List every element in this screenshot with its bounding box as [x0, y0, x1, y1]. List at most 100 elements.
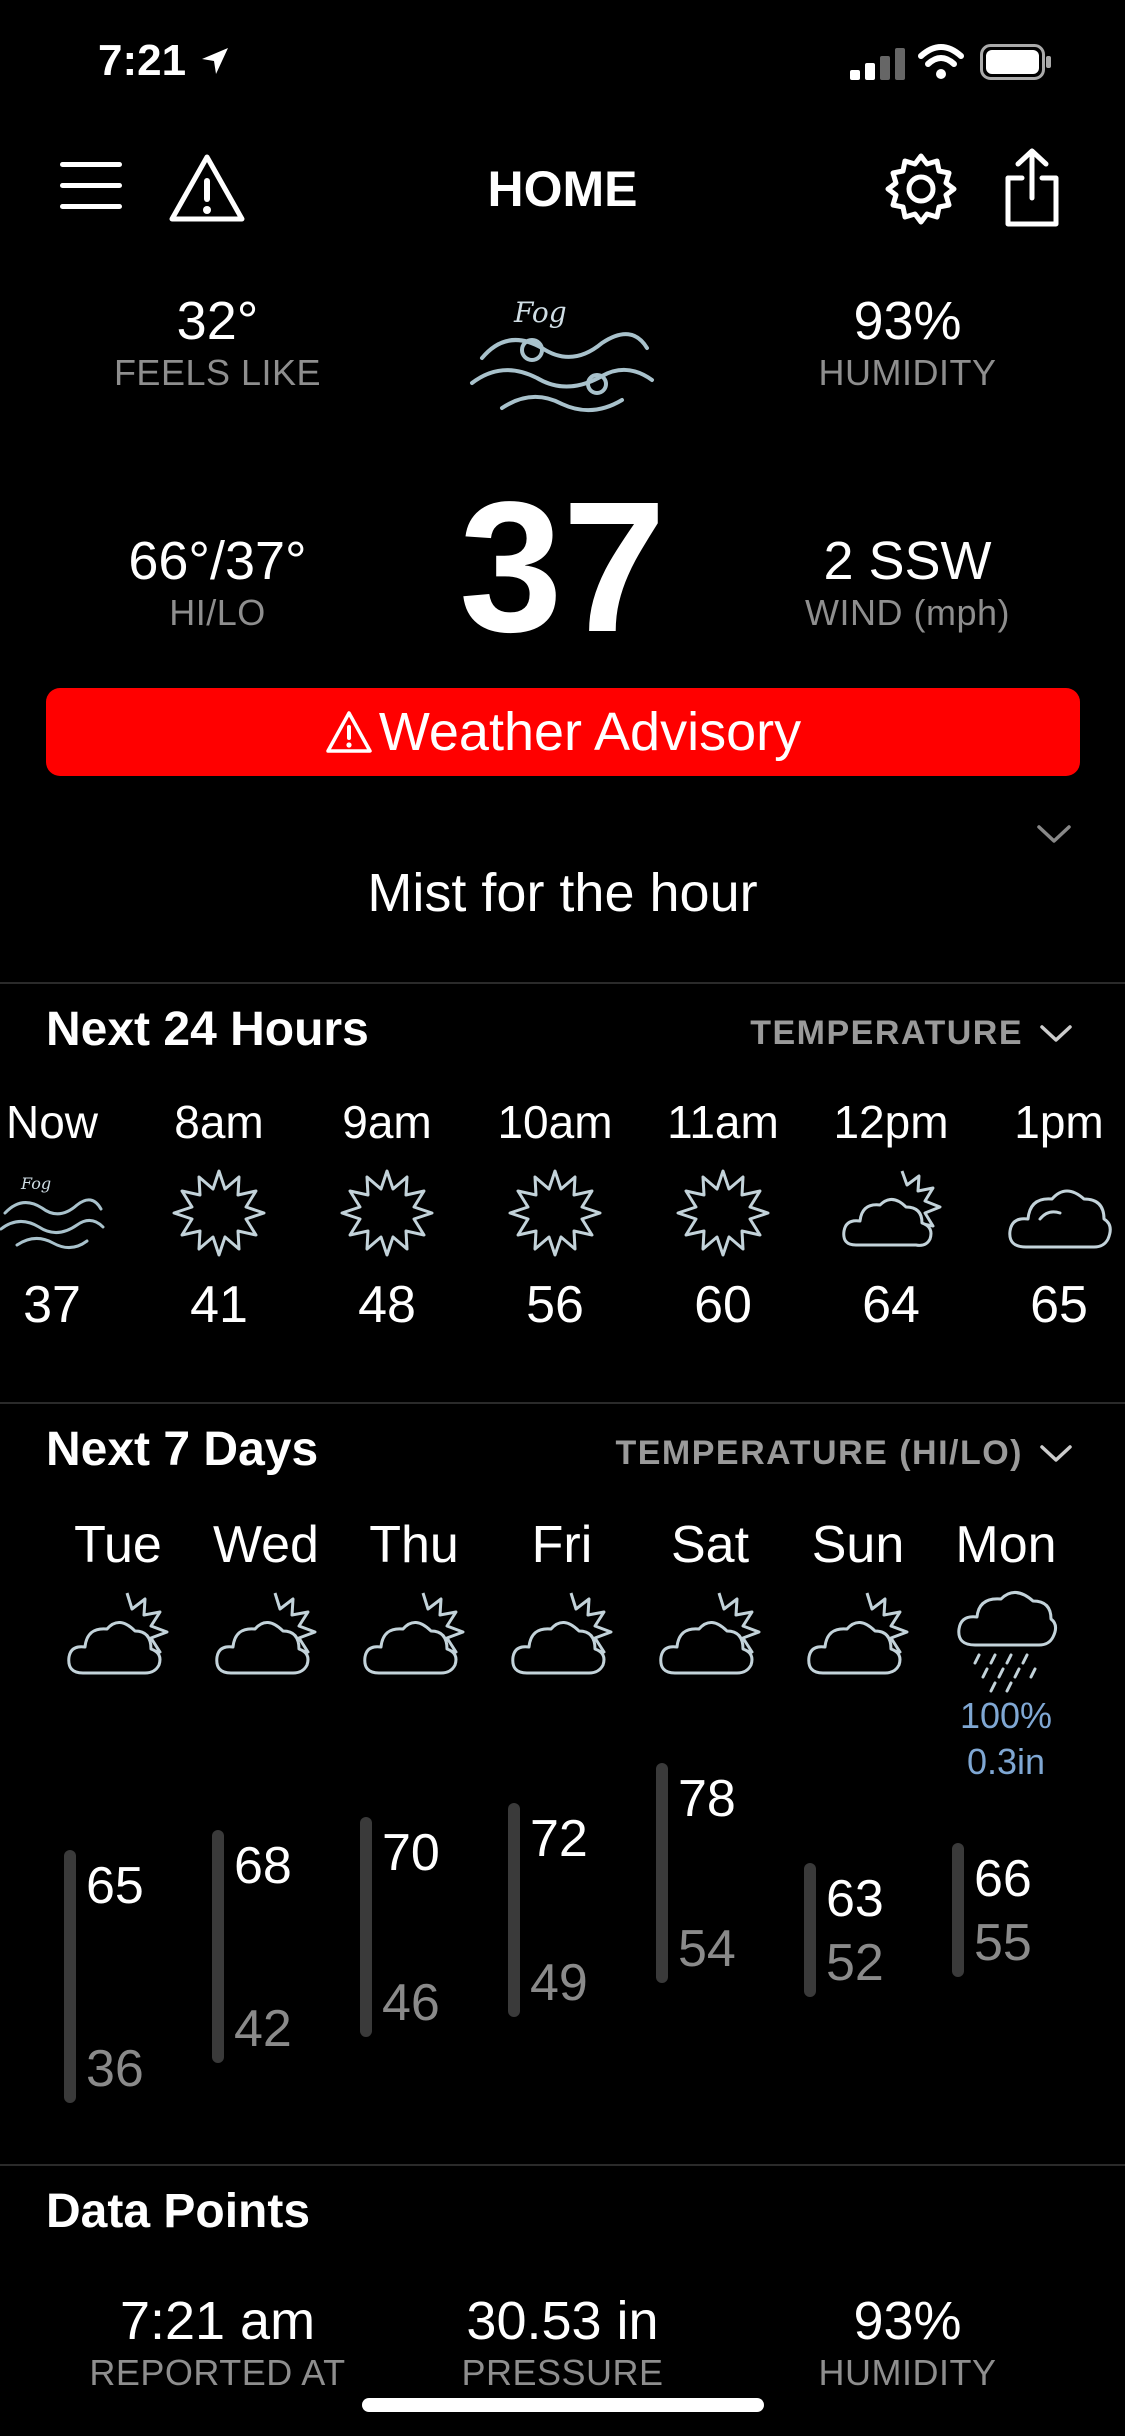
- battery-icon: [980, 44, 1051, 80]
- gear-icon: [885, 153, 957, 225]
- hour-column: Now Fog 37: [0, 1095, 136, 1335]
- chevron-down-icon[interactable]: [1036, 822, 1072, 846]
- partly-cloudy-icon: [211, 1583, 321, 1693]
- hour-column: 10am 56: [471, 1095, 639, 1335]
- warning-icon: [169, 154, 245, 222]
- day-name: Tue: [74, 1516, 162, 1574]
- day-column: Mon 100% 0.3in: [932, 1515, 1080, 1785]
- next-7-days-selector[interactable]: TEMPERATURE (HI/LO): [615, 1434, 1073, 1473]
- day-column: Fri: [488, 1515, 636, 1693]
- hour-temp: 37: [23, 1276, 81, 1334]
- hour-temp: 56: [526, 1276, 584, 1334]
- day-high-temp: 72: [530, 1810, 588, 1869]
- data-humidity: 93% HUMIDITY: [750, 2290, 1065, 2394]
- hi-lo: 66°/37° HI/LO: [60, 530, 375, 634]
- divider: [0, 1402, 1125, 1404]
- hour-temp: 64: [862, 1276, 920, 1334]
- humidity-label: HUMIDITY: [818, 352, 997, 393]
- hour-column: 12pm 64: [807, 1095, 975, 1335]
- day-column: Thu: [340, 1515, 488, 1693]
- hour-temp: 65: [1030, 1276, 1088, 1334]
- fog-icon: Fog: [462, 288, 662, 428]
- precip-chance: 100%: [959, 1695, 1053, 1736]
- feels-like-label: FEELS LIKE: [113, 352, 322, 393]
- feels-like-value: 32°: [176, 291, 259, 351]
- partly-cloudy-icon: [803, 1583, 913, 1693]
- selector-label: TEMPERATURE: [750, 1014, 1023, 1052]
- hour-time: 8am: [174, 1096, 264, 1148]
- day-name: Wed: [213, 1516, 319, 1574]
- divider: [0, 982, 1125, 984]
- chevron-down-icon: [1040, 1024, 1072, 1042]
- hour-column: 9am 48: [303, 1095, 471, 1335]
- data-humidity-label: HUMIDITY: [818, 2352, 997, 2393]
- hour-time: 9am: [342, 1096, 432, 1148]
- data-humidity-value: 93%: [853, 2291, 962, 2351]
- temperature-range-bar: [212, 1830, 224, 2064]
- hour-time: 10am: [497, 1096, 613, 1148]
- day-name: Sun: [811, 1516, 905, 1574]
- next-24-hours-selector[interactable]: TEMPERATURE: [750, 1014, 1073, 1053]
- day-high-temp: 66: [974, 1850, 1032, 1909]
- day-high-temp: 63: [826, 1870, 884, 1929]
- hour-temp: 60: [694, 1276, 752, 1334]
- partly-cloudy-icon: [63, 1583, 173, 1693]
- precip-amount: 0.3in: [966, 1741, 1046, 1782]
- hour-column: 8am 41: [135, 1095, 303, 1335]
- day-name: Thu: [369, 1516, 459, 1574]
- sun-icon: [332, 1163, 442, 1263]
- weather-advisory-button[interactable]: Weather Advisory: [46, 688, 1080, 776]
- day-name: Sat: [670, 1516, 750, 1574]
- pressure-value: 30.53 in: [466, 2291, 659, 2351]
- rain-icon: [951, 1583, 1061, 1693]
- day-high-temp: 70: [382, 1823, 440, 1882]
- wind-value: 2 SSW: [823, 531, 992, 591]
- pressure: 30.53 in PRESSURE: [405, 2290, 720, 2394]
- next-24-hours-title: Next 24 Hours: [46, 1003, 369, 1056]
- temperature-range-chart: 65 36 68 42 70 46 72 49 78 54 63 52 66 55: [0, 1763, 1125, 2120]
- day-low-temp: 46: [382, 1973, 440, 2032]
- reported-at-value: 7:21 am: [119, 2291, 316, 2351]
- day-name: Mon: [955, 1516, 1057, 1574]
- temperature-range-bar: [64, 1850, 76, 2104]
- divider: [0, 2164, 1125, 2166]
- temperature-range-bar: [804, 1863, 816, 1997]
- home-indicator[interactable]: [362, 2398, 764, 2412]
- reported-at: 7:21 am REPORTED AT: [60, 2290, 375, 2394]
- menu-button[interactable]: [58, 158, 128, 218]
- share-button[interactable]: [1000, 148, 1064, 228]
- temperature-range-bar: [360, 1816, 372, 2037]
- sun-icon: [668, 1163, 778, 1263]
- next-7-days-title: Next 7 Days: [46, 1423, 319, 1476]
- day-low-temp: 52: [826, 1933, 884, 1992]
- sun-icon: [500, 1163, 610, 1263]
- partly-cloudy-icon: [836, 1163, 946, 1263]
- svg-text:Fog: Fog: [20, 1174, 51, 1193]
- temperature-range-bar: [656, 1763, 668, 1984]
- temperature-range-bar: [508, 1803, 520, 2017]
- hour-time: 11am: [667, 1096, 779, 1148]
- settings-button[interactable]: [884, 152, 958, 226]
- selector-label: TEMPERATURE (HI/LO): [615, 1434, 1023, 1472]
- hour-column: 11am 60: [639, 1095, 807, 1335]
- day-column: Tue: [44, 1515, 192, 1693]
- status-bar: 7:21: [0, 0, 1125, 130]
- share-icon: [1005, 148, 1059, 227]
- hi-lo-label: HI/LO: [169, 592, 266, 633]
- day-high-temp: 78: [678, 1770, 736, 1829]
- advisory-label: Weather Advisory: [378, 702, 802, 762]
- hour-time: 1pm: [1014, 1096, 1104, 1148]
- status-time: 7:21: [98, 36, 187, 85]
- day-name: Fri: [531, 1516, 593, 1574]
- day-low-temp: 42: [234, 2000, 292, 2059]
- alerts-button[interactable]: [168, 152, 246, 224]
- day-high-temp: 68: [234, 1837, 292, 1895]
- day-low-temp: 55: [974, 1913, 1032, 1972]
- svg-text:Fog: Fog: [513, 296, 567, 329]
- hour-temp: 41: [190, 1276, 248, 1334]
- day-high-temp: 65: [86, 1857, 144, 1915]
- hour-column: 1pm 65: [975, 1095, 1125, 1335]
- humidity-value: 93%: [853, 291, 962, 351]
- cloudy-icon: [1004, 1163, 1114, 1263]
- hour-time: Now: [5, 1096, 99, 1148]
